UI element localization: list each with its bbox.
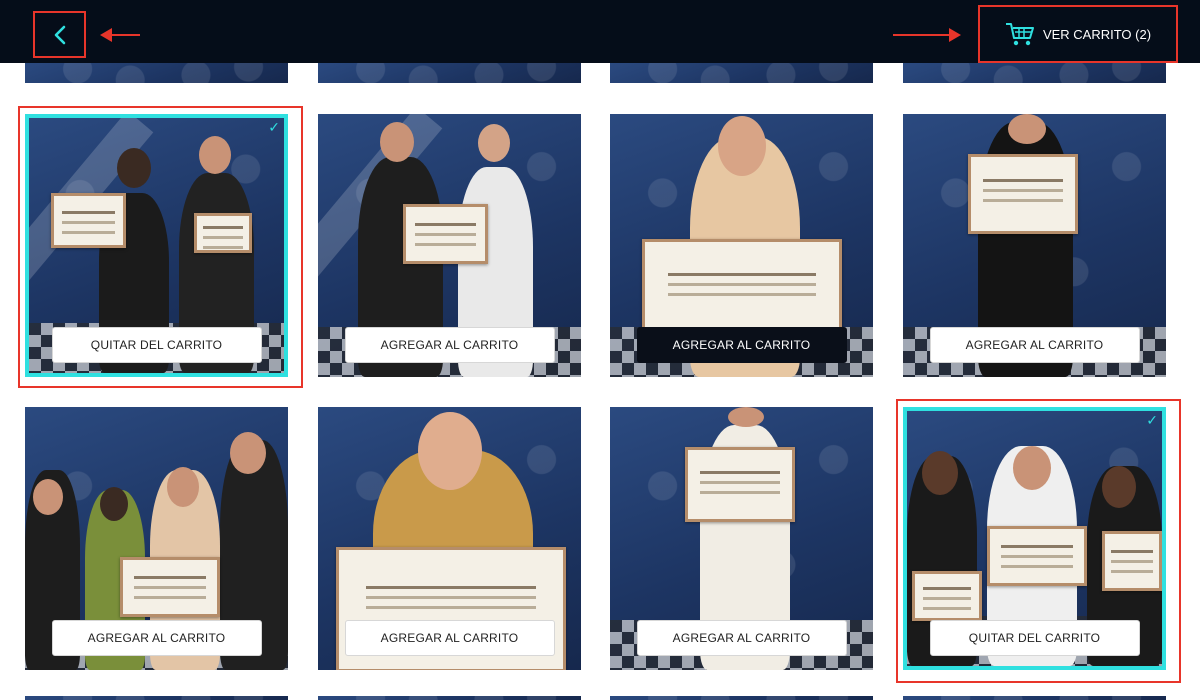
- chevron-left-icon: [54, 25, 65, 44]
- photo-tile[interactable]: ✓ QUITAR DEL CARRITO: [903, 407, 1166, 670]
- add-to-cart-button[interactable]: AGREGAR AL CARRITO: [344, 620, 555, 656]
- view-cart-button[interactable]: VER CARRITO (2): [978, 5, 1178, 63]
- check-icon: ✓: [1146, 412, 1158, 428]
- photo-tile-partial[interactable]: [903, 63, 1166, 83]
- photo-tile-partial[interactable]: [318, 696, 581, 700]
- remove-from-cart-button[interactable]: QUITAR DEL CARRITO: [51, 327, 262, 363]
- photo-tile[interactable]: AGREGAR AL CARRITO: [610, 407, 873, 670]
- add-to-cart-button[interactable]: AGREGAR AL CARRITO: [929, 327, 1140, 363]
- photo-tile[interactable]: ✓ QUITAR DEL CARRITO: [25, 114, 288, 377]
- add-to-cart-button[interactable]: AGREGAR AL CARRITO: [51, 620, 262, 656]
- photo-gallery-page: ✓ QUITAR DEL CARRITO AGREGAR AL CARRITO …: [0, 0, 1200, 700]
- photo-tile-partial[interactable]: [318, 63, 581, 83]
- photo-tile-partial[interactable]: [610, 63, 873, 83]
- photo-tile[interactable]: AGREGAR AL CARRITO: [903, 114, 1166, 377]
- photo-tile-partial[interactable]: [903, 696, 1166, 700]
- remove-from-cart-button[interactable]: QUITAR DEL CARRITO: [929, 620, 1140, 656]
- top-navigation-bar: VER CARRITO (2): [0, 0, 1200, 63]
- photo-tile-partial[interactable]: [610, 696, 873, 700]
- photo-tile[interactable]: AGREGAR AL CARRITO: [610, 114, 873, 377]
- add-to-cart-button[interactable]: AGREGAR AL CARRITO: [636, 620, 847, 656]
- back-button[interactable]: [33, 11, 86, 58]
- photo-tile-partial[interactable]: [25, 696, 288, 700]
- annotation-arrow-right: [893, 28, 961, 42]
- shopping-cart-icon: [1005, 23, 1034, 46]
- photo-tile[interactable]: AGREGAR AL CARRITO: [318, 114, 581, 377]
- check-icon: ✓: [268, 119, 280, 135]
- photo-tile[interactable]: AGREGAR AL CARRITO: [318, 407, 581, 670]
- view-cart-label: VER CARRITO (2): [1042, 26, 1152, 42]
- photo-tile[interactable]: AGREGAR AL CARRITO: [25, 407, 288, 670]
- add-to-cart-button[interactable]: AGREGAR AL CARRITO: [636, 327, 847, 363]
- photo-tile-partial[interactable]: [25, 63, 288, 83]
- add-to-cart-button[interactable]: AGREGAR AL CARRITO: [344, 327, 555, 363]
- annotation-arrow-left: [100, 28, 140, 42]
